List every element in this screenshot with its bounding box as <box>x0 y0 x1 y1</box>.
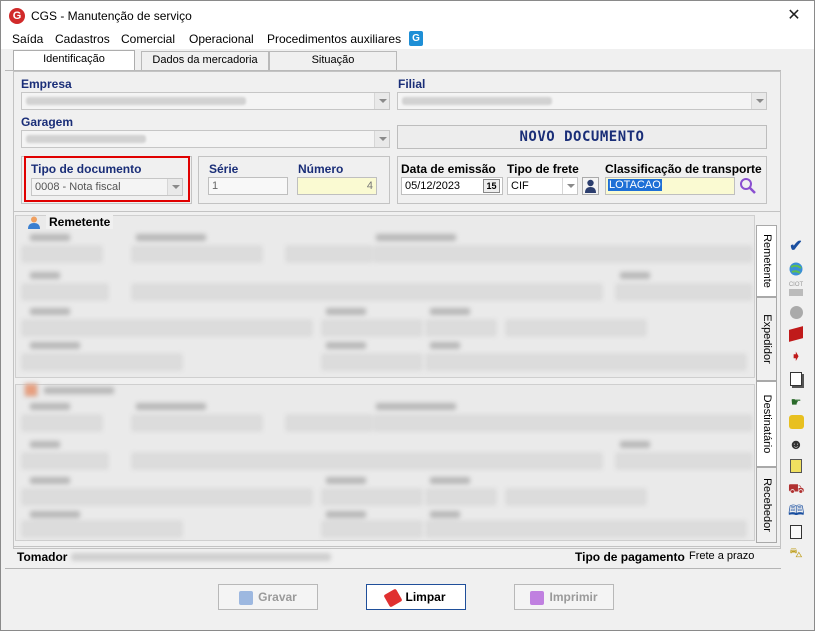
serie-label: Série <box>209 162 239 176</box>
side-tab-recebedor[interactable]: Recebedor <box>756 467 777 543</box>
menu-bar: Saída Cadastros Comercial Operacional Pr… <box>1 31 814 49</box>
check-icon[interactable]: ✔ <box>788 239 804 255</box>
tab-dados-mercadoria[interactable]: Dados da mercadoria <box>141 51 269 70</box>
side-tab-remetente[interactable]: Remetente <box>756 225 777 297</box>
gravar-button[interactable]: Gravar <box>218 584 318 610</box>
title-bar: G CGS - Manutenção de serviço ✕ <box>1 1 814 31</box>
remetente-blurred-content <box>16 216 756 379</box>
calendar-icon[interactable]: 15 <box>483 179 500 193</box>
menu-operacional[interactable]: Operacional <box>189 32 254 46</box>
pages-icon[interactable] <box>788 371 804 387</box>
arrow-doc-icon[interactable]: ➧ <box>788 348 804 364</box>
eraser-icon <box>383 588 404 608</box>
remetente-user-icon <box>27 215 41 229</box>
printer-icon <box>530 590 545 605</box>
document-icon[interactable] <box>788 524 804 540</box>
numero-input[interactable]: 4 <box>297 177 377 195</box>
truck-icon[interactable]: ⛟ <box>788 481 804 497</box>
chevron-down-icon[interactable] <box>562 178 577 194</box>
remetente-section <box>15 215 755 378</box>
tipo-documento-label: Tipo de documento <box>31 162 142 176</box>
data-emissao-value: 05/12/2023 <box>405 180 461 192</box>
chevron-down-icon[interactable] <box>374 93 389 109</box>
data-emissao-label: Data de emissão <box>401 162 496 176</box>
filial-combo[interactable] <box>397 92 767 110</box>
ciot-icon[interactable]: CIOT <box>788 281 804 297</box>
chevron-down-icon[interactable] <box>374 131 389 147</box>
bottom-divider <box>5 568 781 569</box>
calculator-icon[interactable] <box>788 458 804 474</box>
classificacao-label: Classificação de transporte <box>605 162 762 176</box>
save-icon <box>239 590 254 605</box>
window-title: CGS - Manutenção de serviço <box>31 9 192 23</box>
gravar-label: Gravar <box>258 590 297 604</box>
main-window: G CGS - Manutenção de serviço ✕ Saída Ca… <box>0 0 815 631</box>
garagem-value-blurred <box>26 135 146 143</box>
side-tab-expedidor[interactable]: Expedidor <box>756 297 777 381</box>
tipo-frete-combo[interactable]: CIF <box>507 177 578 195</box>
person-icon <box>585 179 596 193</box>
chevron-down-icon[interactable] <box>167 179 182 195</box>
tipo-documento-value: 0008 - Nota fiscal <box>35 181 121 193</box>
empresa-label: Empresa <box>21 77 72 91</box>
app-logo-icon: G <box>9 8 25 24</box>
destinatario-blurred-content <box>16 383 756 542</box>
remetente-label: Remetente <box>46 215 114 229</box>
tipo-frete-value: CIF <box>511 180 529 192</box>
circle-icon[interactable] <box>788 305 804 321</box>
tipo-documento-combo[interactable]: 0008 - Nota fiscal <box>31 178 183 196</box>
tomador-value-blurred <box>71 553 331 561</box>
chevron-down-icon[interactable] <box>751 93 766 109</box>
tomador-label: Tomador <box>17 550 68 564</box>
user-lookup-button[interactable] <box>582 177 599 195</box>
imprimir-label: Imprimir <box>549 590 598 604</box>
limpar-label: Limpar <box>405 590 446 604</box>
numero-label: Número <box>298 162 344 176</box>
car-icon[interactable]: ⛍ <box>788 545 804 561</box>
menu-comercial[interactable]: Comercial <box>121 32 175 46</box>
destinatario-section <box>15 383 756 542</box>
serie-input[interactable]: 1 <box>208 177 288 195</box>
classificacao-value: LOTACAO <box>608 179 662 191</box>
side-tab-remetente-label: Remetente <box>760 234 773 288</box>
classificacao-input[interactable]: LOTACAO <box>605 177 735 195</box>
close-button[interactable]: ✕ <box>782 5 806 27</box>
g-app-icon[interactable]: G <box>409 31 423 46</box>
tipo-pagamento-label: Tipo de pagamento <box>575 550 685 564</box>
menu-procedimentos-auxiliares[interactable]: Procedimentos auxiliares <box>267 32 401 46</box>
person-icon[interactable]: ☻ <box>788 436 804 452</box>
tomador-row: Tomador Tipo de pagamento Frete a prazo <box>15 549 755 565</box>
status-banner: NOVO DOCUMENTO <box>397 125 767 149</box>
boxes-icon[interactable] <box>788 326 804 342</box>
side-tab-destinatario[interactable]: Destinatário <box>756 381 777 467</box>
filial-label: Filial <box>398 77 426 91</box>
garagem-combo[interactable] <box>21 130 390 148</box>
side-tab-recebedor-label: Recebedor <box>760 478 773 532</box>
globe-icon[interactable] <box>788 261 804 277</box>
tab-identificacao[interactable]: Identificação <box>13 50 135 71</box>
limpar-button[interactable]: Limpar <box>366 584 466 610</box>
side-tab-destinatario-label: Destinatário <box>760 394 773 454</box>
empresa-value-blurred <box>26 97 246 105</box>
tab-situacao[interactable]: Situação <box>269 51 397 70</box>
menu-cadastros[interactable]: Cadastros <box>55 32 110 46</box>
garagem-label: Garagem <box>21 115 74 129</box>
tipo-pagamento-value: Frete a prazo <box>689 550 755 562</box>
book-icon[interactable]: 🕮 <box>788 502 805 518</box>
pointer-icon[interactable]: ☛ <box>788 394 804 410</box>
search-icon[interactable] <box>739 177 757 195</box>
tipo-frete-label: Tipo de frete <box>507 162 579 176</box>
side-tab-expedidor-label: Expedidor <box>760 314 773 364</box>
empresa-combo[interactable] <box>21 92 390 110</box>
imprimir-button[interactable]: Imprimir <box>514 584 614 610</box>
people-icon[interactable] <box>788 414 804 430</box>
menu-saida[interactable]: Saída <box>12 32 43 46</box>
filial-value-blurred <box>402 97 552 105</box>
